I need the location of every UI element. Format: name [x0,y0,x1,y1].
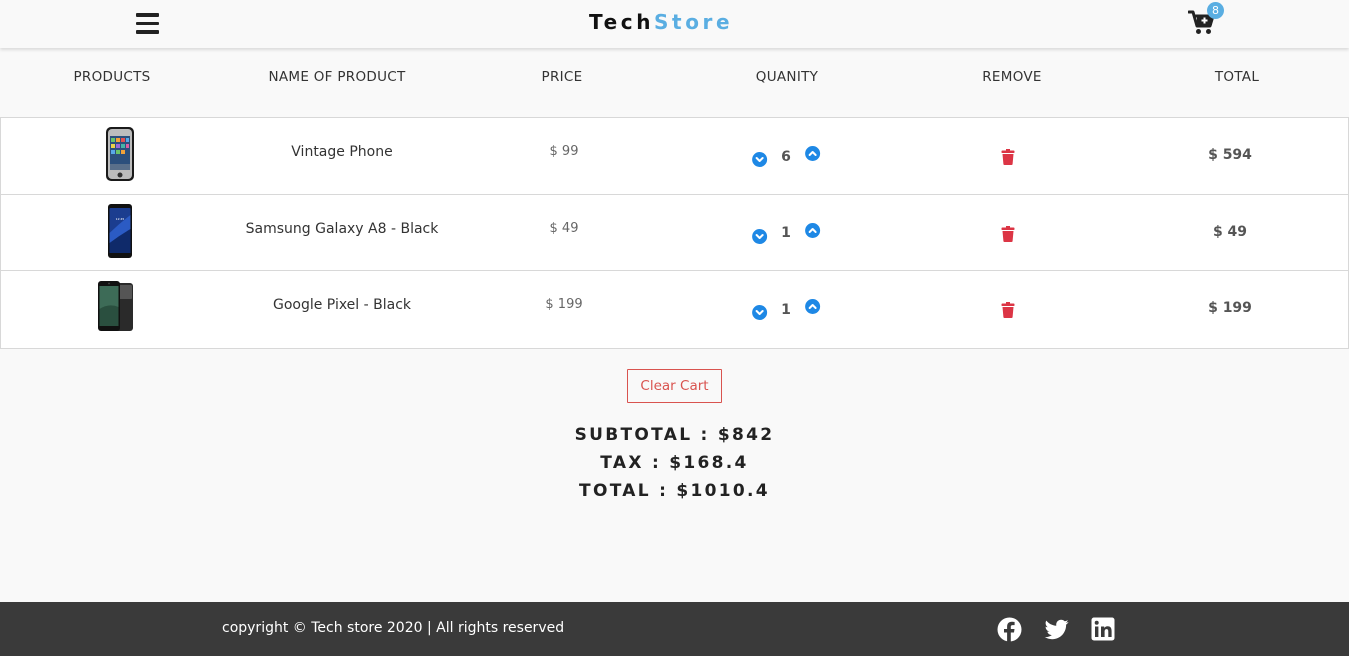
tax-text: TAX : $168.4 [600,453,749,473]
row-total: $ 594 [1208,147,1252,163]
product-price: $ 49 [549,220,579,236]
increase-quantity-icon[interactable] [804,146,820,161]
clear-cart-button[interactable]: Clear Cart [627,369,722,403]
increase-quantity-icon[interactable] [804,299,820,314]
cart-table: Vintage Phone $ 99 6 $ 594 12:45 Samsung… [0,117,1349,349]
logo-main-text: Tech [589,10,655,34]
trash-icon[interactable] [1001,225,1015,242]
row-total: $ 199 [1208,300,1252,316]
hamburger-menu-icon[interactable] [136,13,159,34]
quantity-stepper: 1 [752,299,820,320]
logo-accent-text: Store [654,10,734,34]
total-text: TOTAL : $1010.4 [579,481,770,501]
column-header-price: PRICE [541,69,583,85]
quantity-value: 1 [781,225,791,241]
top-navbar: TechStore 8 [0,0,1349,48]
samsung-phone-image: 12:45 [100,203,140,259]
footer: copyright © Tech store 2020 | All rights… [0,602,1349,656]
trash-icon[interactable] [1001,149,1015,165]
product-name: Samsung Galaxy A8 - Black [245,220,439,237]
linkedin-icon[interactable] [1091,617,1116,642]
copyright-text: copyright © Tech store 2020 | All rights… [222,620,565,636]
facebook-icon[interactable] [997,617,1022,642]
svg-text:12:45: 12:45 [116,217,125,221]
product-price: $ 199 [545,297,583,312]
twitter-icon[interactable] [1044,617,1069,642]
column-header-remove: REMOVE [982,69,1042,85]
decrease-quantity-icon[interactable] [752,305,768,320]
cart-row: 12:45 Samsung Galaxy A8 - Black $ 49 1 $… [1,195,1348,271]
decrease-quantity-icon[interactable] [752,228,768,244]
vintage-phone-image [100,126,140,182]
quantity-value: 6 [781,148,791,165]
cart-row: Google Pixel - Black $ 199 1 $ 199 [1,271,1348,348]
column-header-quantity: QUANITY [755,69,819,85]
quantity-stepper: 1 [752,222,820,244]
decrease-quantity-icon[interactable] [752,152,768,167]
quantity-value: 1 [781,301,791,318]
cart-row: Vintage Phone $ 99 6 $ 594 [1,118,1348,195]
column-header-name: NAME OF PRODUCT [268,69,406,85]
trash-icon[interactable] [1001,302,1015,318]
column-header-products: PRODUCTS [73,69,151,85]
subtotal-text: SUBTOTAL : $842 [574,425,775,445]
increase-quantity-icon[interactable] [804,222,820,238]
product-name: Vintage Phone [291,144,393,160]
column-header-total: TOTAL [1214,69,1260,85]
product-price: $ 99 [549,144,579,159]
pixel-phone-image [95,279,135,335]
cart-count-badge: 8 [1207,2,1224,19]
product-name: Google Pixel - Black [272,297,412,313]
quantity-stepper: 6 [752,146,820,167]
row-total: $ 49 [1212,223,1248,240]
store-logo[interactable]: TechStore [589,10,733,34]
